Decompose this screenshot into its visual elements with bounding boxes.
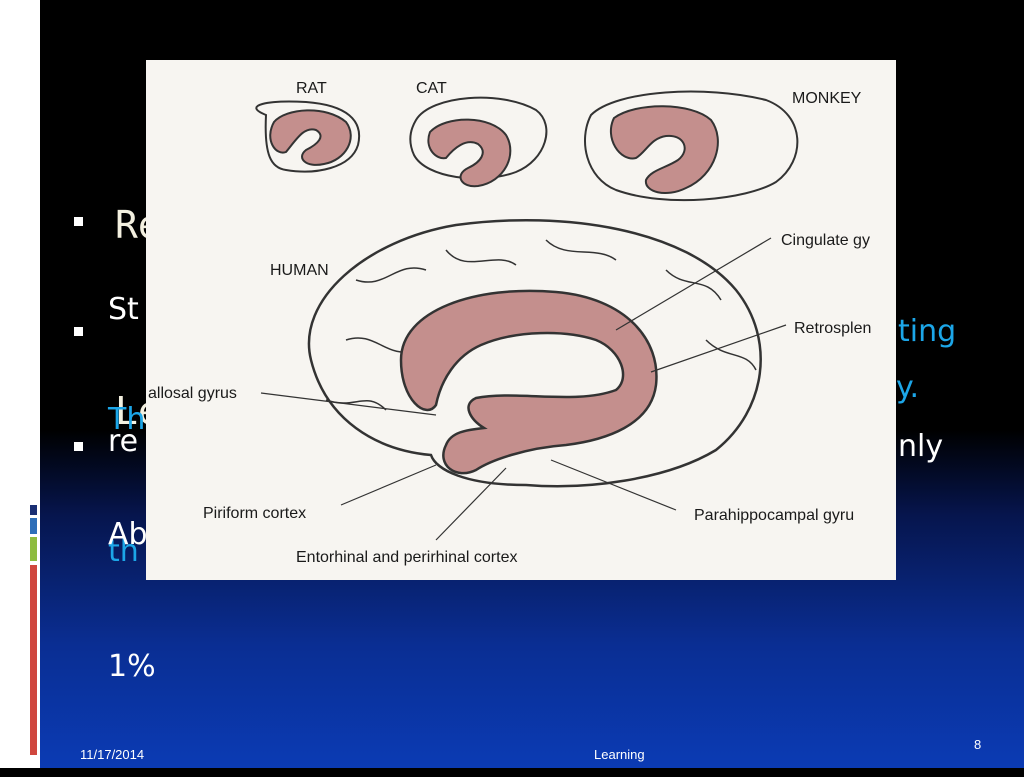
strip-marker-blue	[30, 518, 37, 534]
label-rat: RAT	[296, 80, 327, 97]
bullet-2-right-fragment-1: ting	[898, 314, 957, 349]
bullet-square-icon	[74, 217, 83, 226]
strip-marker-green	[30, 537, 37, 561]
bullet-square-icon	[74, 442, 83, 451]
footer-date: 11/17/2014	[80, 747, 145, 762]
brain-diagram: RAT CAT MONKEY HUMAN Cingulate gy Retros…	[148, 80, 871, 566]
slide-number: 8	[974, 737, 982, 752]
limbic-cortex-figure: RAT CAT MONKEY HUMAN Cingulate gy Retros…	[146, 60, 896, 580]
leader-lines	[260, 237, 787, 541]
label-monkey: MONKEY	[792, 90, 862, 107]
label-cingulate-gyrus: Cingulate gy	[781, 232, 870, 249]
bullet-3-line-2: 1%	[108, 649, 156, 684]
label-callosal-gyrus: allosal gyrus	[148, 385, 237, 402]
label-piriform-cortex: Piriform cortex	[203, 505, 306, 522]
bullet-3-right-fragment-1: nly	[898, 429, 944, 464]
bullet-square-icon	[74, 327, 83, 336]
label-retrosplenial: Retrosplen	[794, 320, 871, 337]
human-limbic-region	[399, 289, 658, 475]
strip-marker-navy	[30, 505, 37, 515]
cat-limbic-region	[427, 118, 512, 188]
monkey-limbic-region	[609, 105, 719, 195]
label-cat: CAT	[416, 80, 447, 97]
footer-title: Learning	[594, 747, 645, 762]
strip-marker-red	[30, 565, 37, 755]
label-parahippocampal-gyrus: Parahippocampal gyru	[694, 507, 854, 524]
bullet-2-right-fragment-2: y.	[896, 370, 920, 405]
label-entorhinal-perirhinal: Entorhinal and perirhinal cortex	[296, 549, 517, 566]
label-human: HUMAN	[270, 262, 329, 279]
rat-limbic-region	[269, 109, 352, 166]
